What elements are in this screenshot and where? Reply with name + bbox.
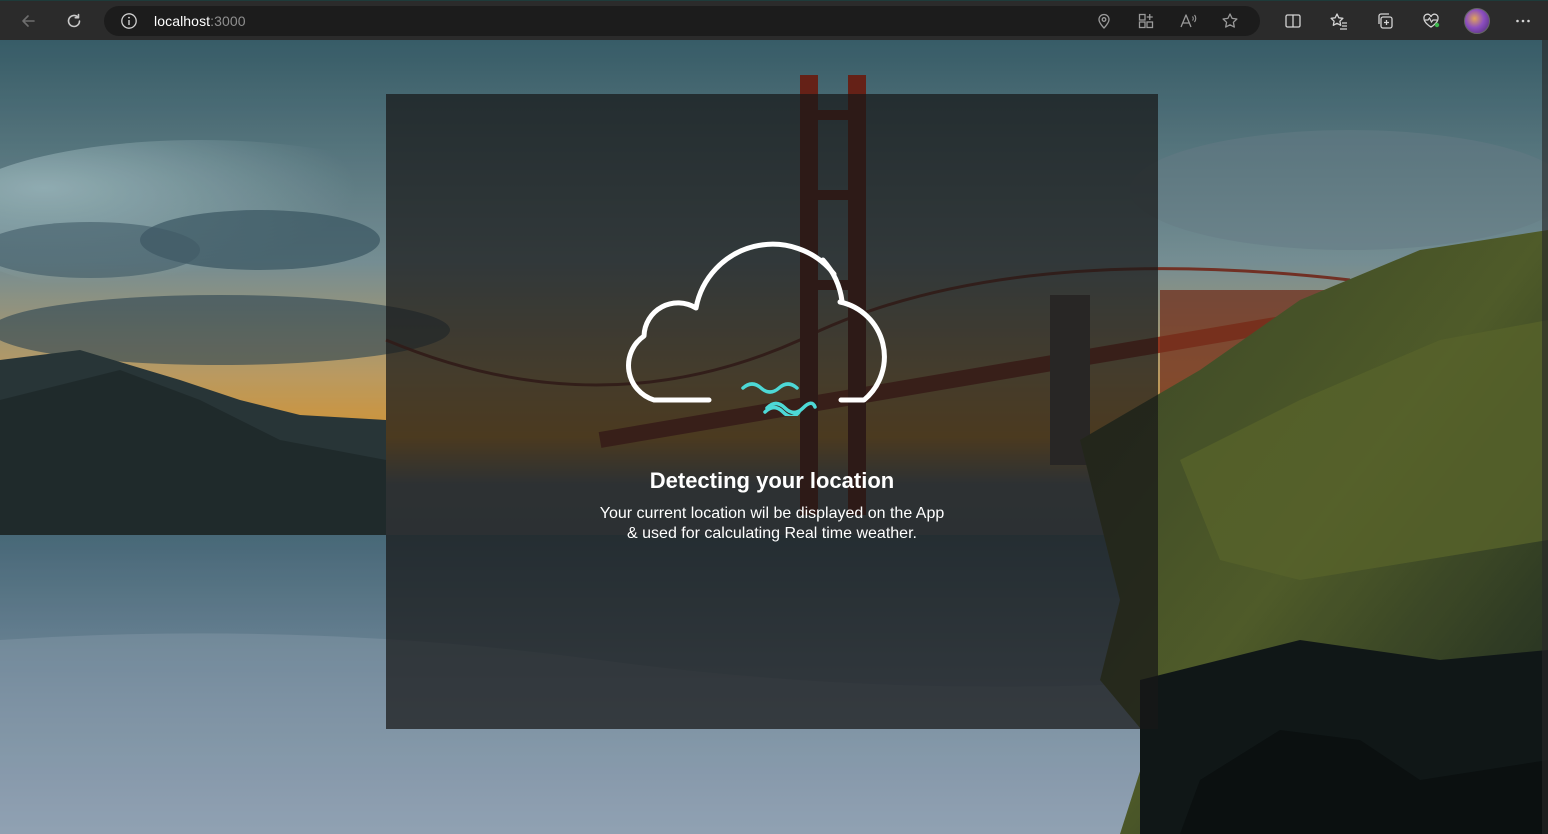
address-bar-actions [1088, 6, 1246, 36]
browser-toolbar-right [1270, 5, 1546, 37]
location-pin-icon[interactable] [1088, 6, 1120, 36]
page-scroll-edge [1542, 40, 1548, 834]
refresh-icon [67, 13, 81, 27]
url-text[interactable]: localhost:3000 [154, 13, 246, 29]
read-aloud-icon[interactable] [1172, 6, 1204, 36]
info-icon[interactable] [120, 11, 140, 31]
description-line-2: & used for calculating Real time weather… [627, 525, 917, 542]
split-screen-icon[interactable] [1270, 5, 1316, 37]
heart-pulse-icon[interactable] [1408, 5, 1454, 37]
profile-avatar[interactable] [1454, 5, 1500, 37]
url-host: localhost [154, 13, 211, 29]
avatar [1464, 8, 1490, 34]
browser-toolbar: localhost:3000 [0, 0, 1548, 40]
description-line-1: Your current location wil be displayed o… [599, 505, 945, 522]
star-icon[interactable] [1214, 6, 1246, 36]
page-viewport: Detecting your location Your current loc… [0, 40, 1548, 834]
more-dots-icon[interactable] [1500, 5, 1546, 37]
address-bar[interactable]: localhost:3000 [104, 6, 1260, 36]
cloud-wind-icon [626, 241, 887, 416]
back-button[interactable] [12, 5, 44, 37]
refresh-button[interactable] [58, 5, 90, 37]
page-title: Detecting your location [649, 468, 895, 493]
url-port: :3000 [210, 13, 246, 29]
collections-icon[interactable] [1362, 5, 1408, 37]
apps-grid-icon[interactable] [1130, 6, 1162, 36]
location-loading-card: Detecting your location Your current loc… [386, 94, 1158, 729]
favorites-list-icon[interactable] [1316, 5, 1362, 37]
back-arrow-icon [22, 14, 35, 27]
status-description: Your current location wil be displayed o… [572, 504, 972, 544]
